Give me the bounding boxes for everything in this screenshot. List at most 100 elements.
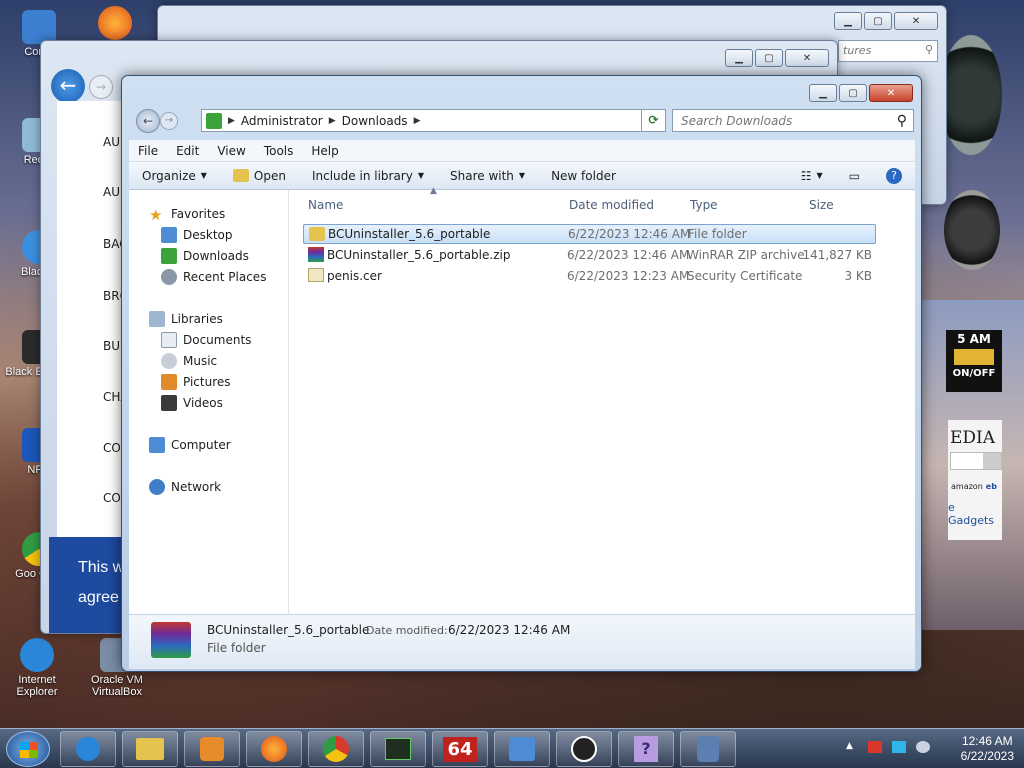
close-button[interactable]: ✕ — [785, 49, 829, 67]
media-search-field[interactable] — [950, 452, 1002, 470]
forward-arrow-icon: → — [95, 80, 107, 94]
menu-help[interactable]: Help — [302, 144, 347, 158]
menu-view[interactable]: View — [208, 144, 254, 158]
certificate-icon — [308, 268, 324, 282]
tray-expand-icon[interactable]: ▲ — [846, 741, 853, 751]
chrome-icon — [323, 736, 349, 762]
search-input[interactable] — [673, 113, 897, 128]
column-header-name[interactable]: Name — [308, 198, 343, 212]
table-row[interactable]: BCUninstaller_5.6_portable 6/22/2023 12:… — [303, 224, 876, 244]
view-options-button[interactable]: ☷ ▼ — [788, 169, 836, 183]
minimize-button[interactable]: ▁ — [725, 49, 753, 67]
minimize-button[interactable]: ▁ — [809, 84, 837, 102]
tray-flag-icon[interactable] — [868, 741, 882, 753]
close-button[interactable]: ✕ — [894, 12, 938, 30]
taskbar-monitor[interactable] — [370, 731, 426, 767]
taskbar-chrome[interactable] — [308, 731, 364, 767]
media-gadget[interactable]: EDIA amazon eb e Gadgets — [948, 420, 1002, 540]
taskbar-network-tool[interactable] — [494, 731, 550, 767]
breadcrumb-arrow-icon[interactable]: ▶ — [414, 116, 421, 126]
start-button[interactable] — [6, 731, 50, 767]
nav-item-music[interactable]: Music — [161, 353, 217, 369]
breadcrumb-arrow-icon[interactable]: ▶ — [228, 116, 235, 126]
tray-network-icon[interactable] — [892, 741, 906, 753]
help-button[interactable]: ? — [873, 167, 915, 184]
taskbar-internet-explorer[interactable] — [60, 731, 116, 767]
taskbar-explorer[interactable] — [122, 731, 178, 767]
nav-item-recent-places[interactable]: Recent Places — [161, 269, 266, 285]
taskbar: 64 ? ▲ 12:46 AM 6/22/2023 — [0, 728, 1024, 768]
nav-item-network[interactable]: Network — [149, 479, 221, 495]
ie-icon — [76, 737, 100, 761]
clock-gadget[interactable]: 5 AM ON/OFF — [946, 330, 1002, 392]
forward-arrow-icon: → — [164, 115, 174, 126]
desktop-icon-firefox[interactable] — [80, 6, 150, 42]
nav-item-documents[interactable]: Documents — [161, 332, 251, 348]
nav-item-computer[interactable]: Computer — [149, 437, 231, 453]
speedometer-gadget[interactable] — [940, 35, 1002, 155]
include-in-library-button[interactable]: Include in library ▼ — [299, 169, 437, 183]
nav-item-downloads[interactable]: Downloads — [161, 248, 249, 264]
preview-pane-button[interactable]: ▭ — [836, 169, 873, 183]
menu-file[interactable]: File — [129, 144, 167, 158]
share-with-button[interactable]: Share with ▼ — [437, 169, 538, 183]
download-icon — [161, 248, 177, 264]
firefox-icon — [261, 736, 287, 762]
column-header-type[interactable]: Type — [690, 198, 718, 212]
gauge-gadget[interactable] — [944, 190, 1000, 270]
nav-item-pictures[interactable]: Pictures — [161, 374, 231, 390]
back-button[interactable]: ← — [51, 69, 85, 103]
nav-item-libraries[interactable]: Libraries — [149, 311, 223, 327]
search-box[interactable]: ⚲ — [672, 109, 914, 132]
taskbar-security[interactable] — [680, 731, 736, 767]
details-date-value: 6/22/2023 12:46 AM — [448, 623, 571, 637]
nav-forward-button[interactable]: → — [160, 112, 178, 130]
address-bar[interactable]: ▶ Administrator ▶ Downloads ▶ ▼ — [201, 109, 666, 132]
forward-button[interactable]: → — [89, 75, 113, 99]
list-item[interactable]: AU — [103, 185, 120, 199]
table-row[interactable]: BCUninstaller_5.6_portable.zip 6/22/2023… — [303, 245, 876, 265]
table-row[interactable]: penis.cer 6/22/2023 12:23 AM Security Ce… — [303, 266, 876, 286]
taskbar-help[interactable]: ? — [618, 731, 674, 767]
breadcrumb-arrow-icon[interactable]: ▶ — [329, 116, 336, 126]
breadcrumb-downloads[interactable]: Downloads — [336, 114, 414, 128]
nav-item-favorites[interactable]: ★ Favorites — [149, 206, 225, 224]
column-header-date-modified[interactable]: Date modified — [569, 198, 654, 212]
nav-item-videos[interactable]: Videos — [161, 395, 223, 411]
taskbar-aida64[interactable]: 64 — [432, 731, 488, 767]
media-player-icon — [200, 737, 224, 761]
taskbar-firefox[interactable] — [246, 731, 302, 767]
refresh-button[interactable]: ⟳ — [641, 109, 666, 132]
taskbar-clock[interactable]: 12:46 AM 6/22/2023 — [961, 734, 1014, 764]
column-header-size[interactable]: Size — [809, 198, 834, 212]
folder-icon — [136, 738, 164, 760]
details-pane: BCUninstaller_5.6_portable Date modified… — [129, 614, 915, 669]
shield-icon — [697, 736, 719, 762]
breadcrumb-administrator[interactable]: Administrator — [235, 114, 329, 128]
pictures-icon — [161, 374, 177, 390]
new-folder-button[interactable]: New folder — [538, 169, 629, 183]
refresh-icon: ⟳ — [648, 113, 659, 127]
background-search-field[interactable]: tures ⚲ — [838, 40, 938, 62]
maximize-button[interactable]: ▢ — [864, 12, 892, 30]
desktop-icon-internet-explorer[interactable]: Internet Explorer — [2, 638, 72, 698]
organize-button[interactable]: Organize ▼ — [129, 169, 220, 183]
menu-tools[interactable]: Tools — [255, 144, 303, 158]
taskbar-media-player[interactable] — [184, 731, 240, 767]
open-button[interactable]: Open — [220, 169, 299, 183]
computer-icon — [149, 437, 165, 453]
maximize-button[interactable]: ▢ — [839, 84, 867, 102]
nav-back-button[interactable]: ← — [136, 109, 160, 133]
tray-volume-icon[interactable] — [916, 741, 930, 753]
explorer-window[interactable]: ▁ ▢ ✕ ← → ▶ Administrator ▶ Downloads ▶ … — [121, 75, 922, 672]
list-item[interactable]: AU — [103, 135, 120, 149]
folder-icon — [232, 169, 249, 182]
nav-item-desktop[interactable]: Desktop — [161, 227, 233, 243]
maximize-button[interactable]: ▢ — [755, 49, 783, 67]
menu-edit[interactable]: Edit — [167, 144, 208, 158]
firefox-icon — [98, 6, 132, 40]
minimize-button[interactable]: ▁ — [834, 12, 862, 30]
taskbar-black-enhancer[interactable] — [556, 731, 612, 767]
close-button[interactable]: ✕ — [869, 84, 913, 102]
search-icon[interactable]: ⚲ — [897, 113, 907, 129]
